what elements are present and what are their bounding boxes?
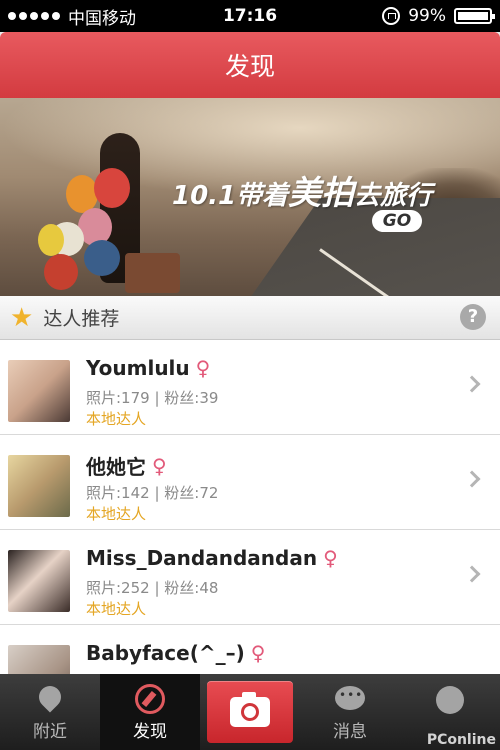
avatar [8, 645, 70, 674]
balloon-red [94, 168, 130, 208]
profile-icon [436, 686, 464, 714]
user-name: Miss_Dandandandan [86, 546, 318, 570]
chat-bubble-icon [335, 686, 365, 710]
camera-button[interactable] [207, 681, 293, 743]
star-icon: ★ [10, 302, 34, 333]
user-name: 他她它 [86, 455, 146, 479]
location-pin-icon [34, 681, 66, 713]
user-stats: 照片:179 | 粉丝:39 [86, 389, 219, 407]
female-icon: ♀ [323, 546, 338, 570]
recommended-users-list: Youmlulu ♀ 照片:179 | 粉丝:39 本地达人 他她它 ♀ 照片:… [0, 340, 500, 674]
tab-nearby[interactable]: 附近 [0, 674, 100, 750]
user-stats: 照片:142 | 粉丝:72 [86, 484, 219, 502]
status-bar: 中国移动 17:16 99% [0, 0, 500, 32]
balloon-yellow [38, 224, 64, 256]
balloon-red-2 [44, 254, 78, 290]
chevron-right-icon [463, 565, 481, 583]
orientation-lock-icon [382, 7, 401, 25]
user-name: Babyface(^_–) [86, 641, 245, 665]
section-header-recommended: ★ 达人推荐 ? [0, 296, 500, 340]
chevron-right-icon [463, 375, 481, 393]
camera-icon [230, 692, 270, 727]
user-tag: 本地达人 [86, 600, 147, 618]
tab-messages[interactable]: 消息 [300, 674, 400, 750]
balloon-blue [84, 240, 120, 276]
tab-label: 发现 [133, 722, 167, 742]
female-icon: ♀ [195, 356, 211, 380]
banner-go-button[interactable]: GO [372, 210, 422, 232]
watermark-logo: PConline [426, 732, 496, 748]
user-name: Youmlulu [86, 356, 190, 380]
tab-discover[interactable]: 发现 [100, 674, 200, 750]
tab-label: 消息 [333, 722, 367, 742]
list-item[interactable]: Youmlulu ♀ 照片:179 | 粉丝:39 本地达人 [0, 340, 500, 435]
page-title: 发现 [224, 52, 275, 81]
tab-camera[interactable] [200, 674, 300, 750]
avatar [8, 455, 70, 517]
tab-label: 附近 [33, 722, 67, 742]
chevron-right-icon [463, 470, 481, 488]
promo-banner[interactable]: 10.1带着美拍去旅行 [0, 98, 500, 296]
battery-icon [454, 8, 495, 24]
avatar [8, 550, 70, 612]
female-icon: ♀ [250, 641, 266, 665]
compass-icon [135, 684, 165, 714]
list-item[interactable]: Miss_Dandandandan ♀ 照片:252 | 粉丝:48 本地达人 [0, 530, 500, 625]
user-tag: 本地达人 [86, 505, 147, 523]
user-stats: 照片:252 | 粉丝:48 [86, 579, 219, 597]
navigation-bar: 发现 [0, 32, 500, 98]
banner-title: 10.1带着美拍去旅行 [172, 173, 433, 212]
help-icon[interactable]: ? [460, 304, 486, 330]
female-icon: ♀ [152, 453, 167, 478]
battery-percent: 99% [408, 6, 446, 26]
section-title: 达人推荐 [43, 308, 120, 330]
list-item[interactable]: Babyface(^_–) ♀ [0, 625, 500, 674]
banner-suitcase [125, 253, 180, 293]
user-tag: 本地达人 [86, 410, 147, 428]
list-item[interactable]: 他她它 ♀ 照片:142 | 粉丝:72 本地达人 [0, 435, 500, 530]
avatar [8, 360, 70, 422]
tab-bar: 附近 发现 消息 PConline [0, 674, 500, 750]
